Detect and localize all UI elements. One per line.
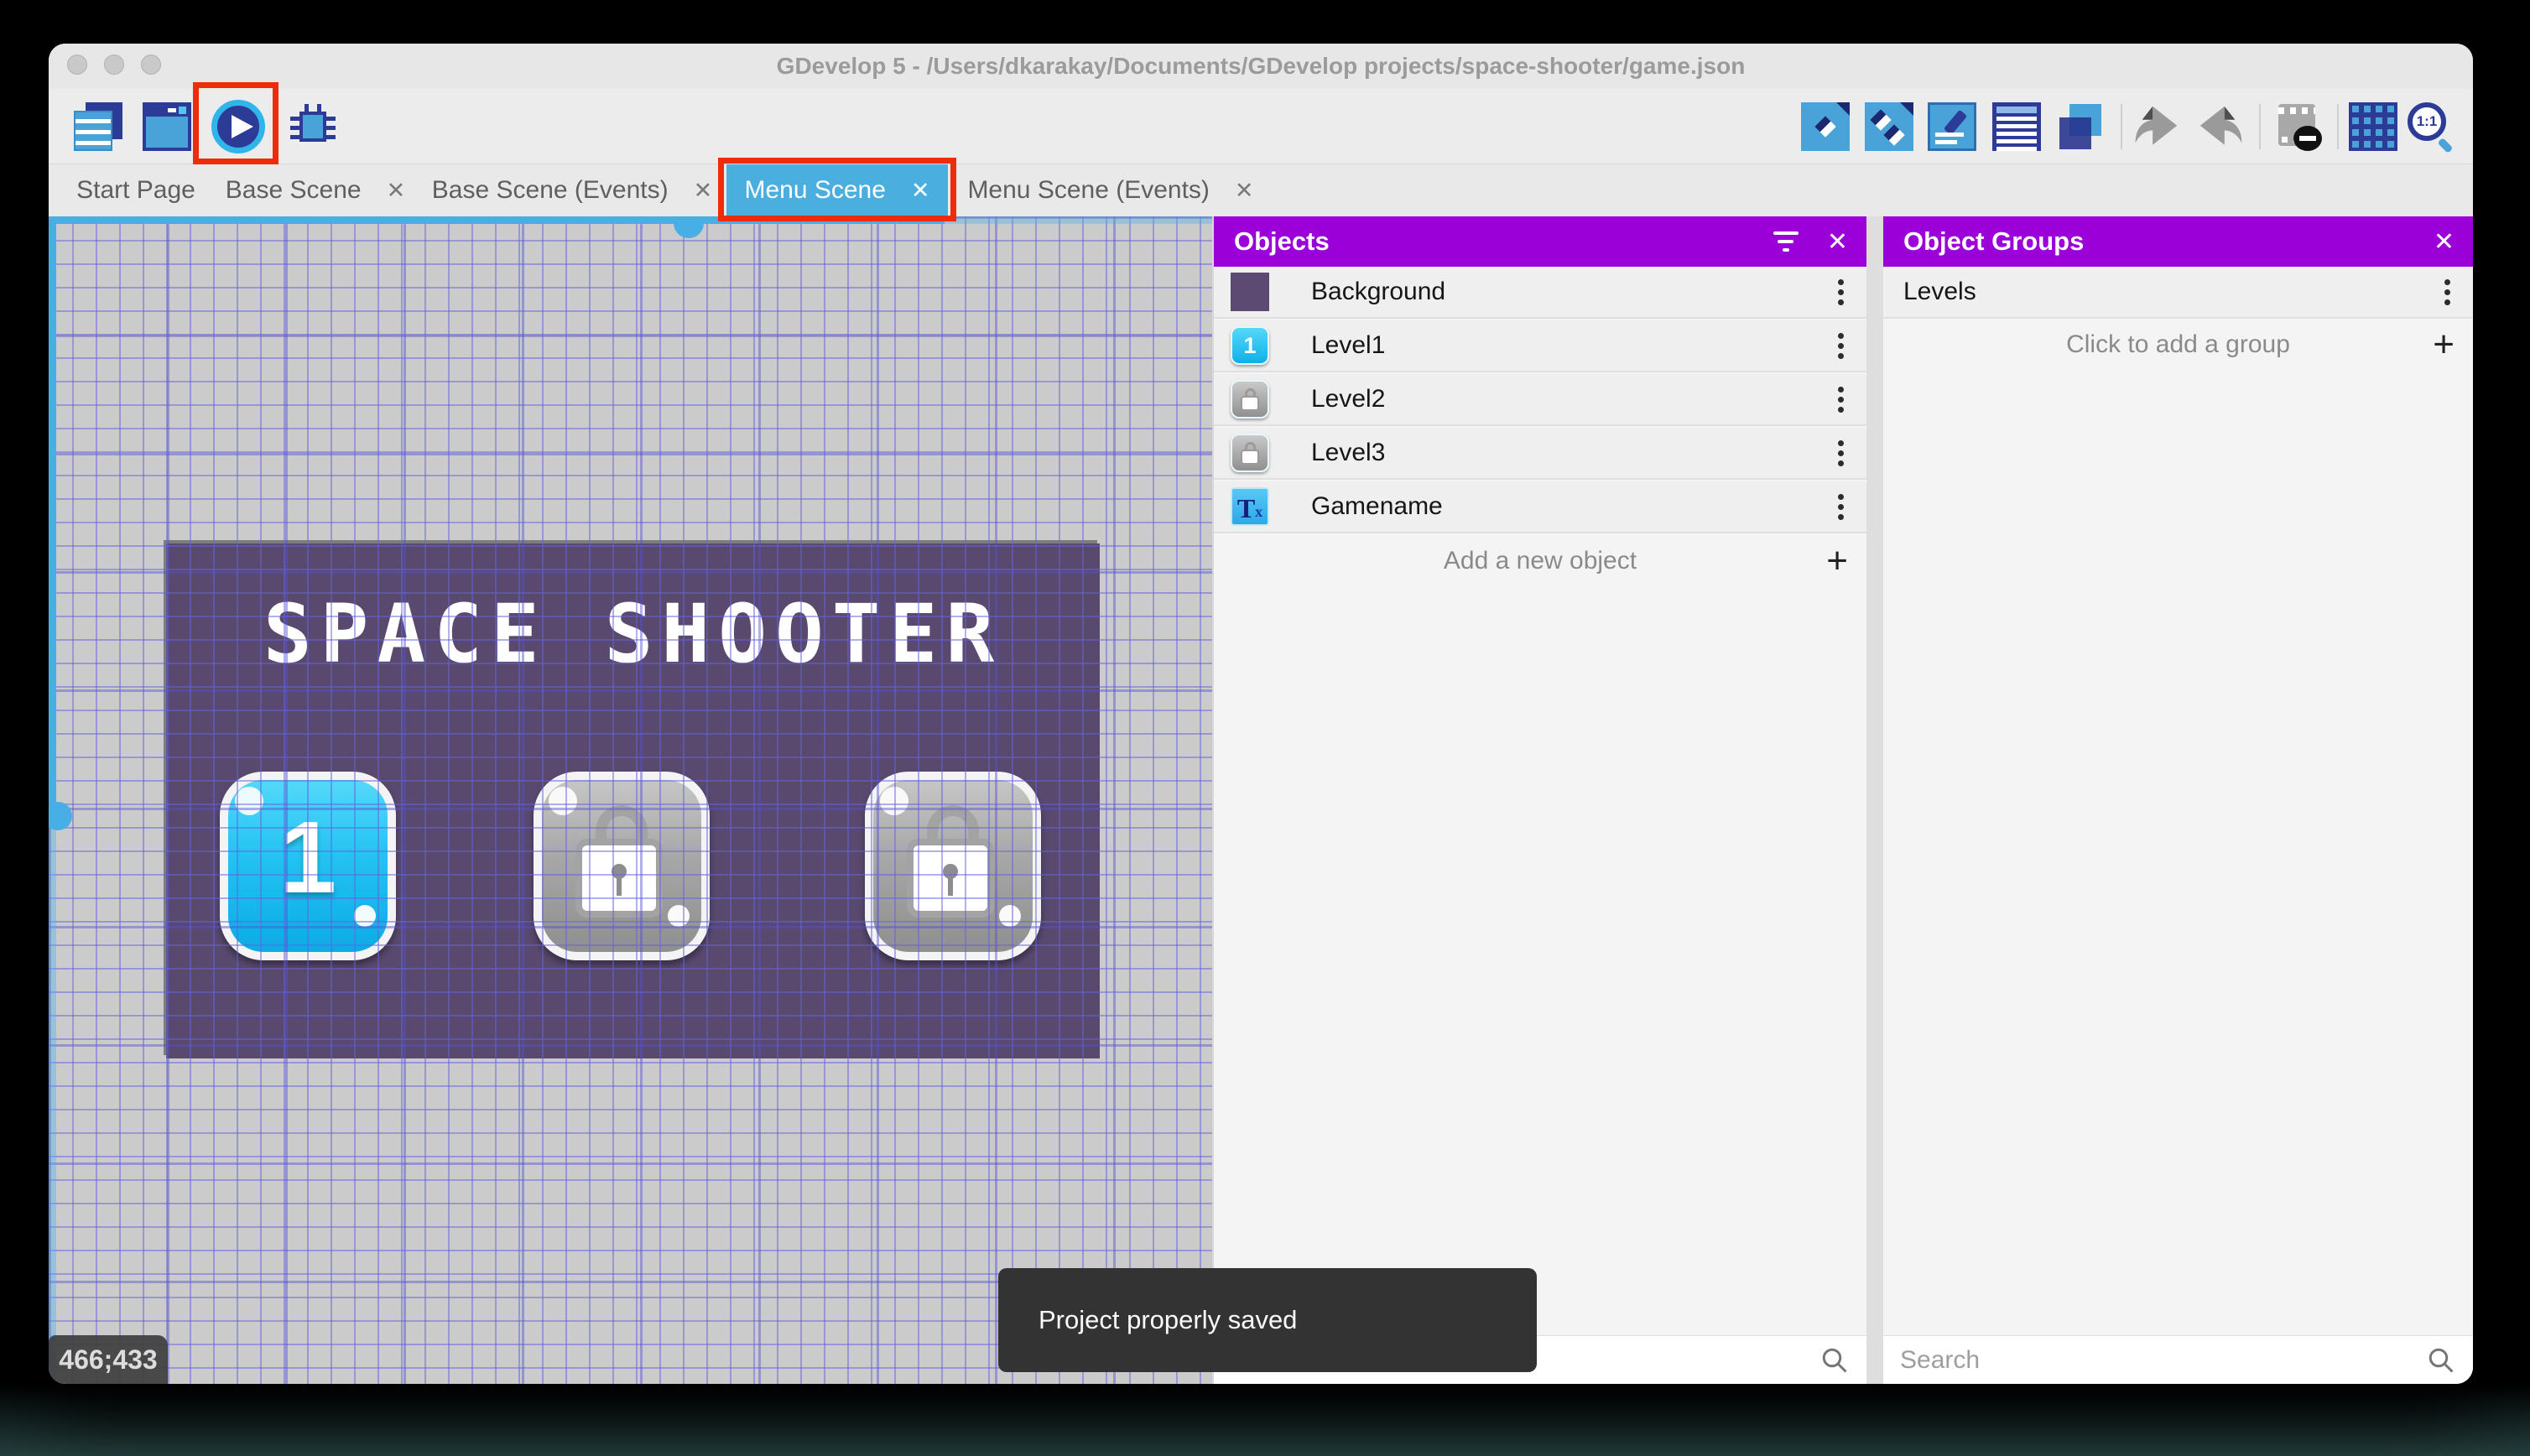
plus-icon[interactable]: + xyxy=(2433,326,2455,363)
tab-label: Base Scene (Events) xyxy=(431,176,669,204)
toolbar-divider xyxy=(2121,104,2122,149)
level1-button[interactable]: 1 xyxy=(220,772,396,960)
object-row-gamename[interactable]: Tx Gamename xyxy=(1214,481,1866,533)
panel-gap xyxy=(1866,216,1883,1384)
vertical-scrollbar-fill[interactable] xyxy=(49,216,56,803)
minimize-window-button[interactable] xyxy=(104,55,124,75)
objects-panel-header: Objects ✕ xyxy=(1214,216,1866,267)
scene-canvas[interactable]: SPACE SHOOTER 1 466;433 xyxy=(49,216,1212,1384)
toolbar-divider xyxy=(2259,104,2261,149)
background-thumbnail xyxy=(1231,273,1269,311)
tab-label: Start Page xyxy=(76,176,195,204)
properties-icon[interactable] xyxy=(1928,102,1976,151)
object-row-level3[interactable]: Level3 xyxy=(1214,428,1866,480)
layers-icon[interactable] xyxy=(2058,102,2106,151)
search-icon xyxy=(2428,1348,2454,1373)
maximize-window-button[interactable] xyxy=(141,55,161,75)
tab-start-page[interactable]: Start Page xyxy=(69,164,203,216)
toolbar: 1:1 xyxy=(49,89,2473,164)
save-toast: Project properly saved xyxy=(998,1268,1537,1372)
close-window-button[interactable] xyxy=(67,55,87,75)
scene-title-text[interactable]: SPACE SHOOTER xyxy=(166,587,1100,681)
object-groups-editor-icon[interactable] xyxy=(1865,102,1913,151)
scene-background[interactable]: SPACE SHOOTER 1 xyxy=(166,543,1100,1058)
search-icon xyxy=(1822,1348,1847,1373)
level2-thumbnail xyxy=(1231,380,1269,419)
titlebar: GDevelop 5 - /Users/dkarakay/Documents/G… xyxy=(49,44,2473,89)
objects-editor-icon[interactable] xyxy=(1801,102,1850,151)
window-title: GDevelop 5 - /Users/dkarakay/Documents/G… xyxy=(776,53,1746,79)
redo-icon[interactable] xyxy=(2196,102,2245,151)
tab-base-scene[interactable]: Base Scene ✕ xyxy=(216,164,414,216)
groups-search-input[interactable] xyxy=(1900,1345,2426,1375)
annotation-box-play xyxy=(193,82,279,164)
tab-close-icon[interactable]: ✕ xyxy=(387,178,406,204)
vertical-scrollbar-thumb[interactable] xyxy=(49,802,72,830)
tab-close-icon[interactable]: ✕ xyxy=(1235,178,1254,204)
cursor-coordinates: 466;433 xyxy=(49,1335,168,1384)
zoom-1to1-icon[interactable]: 1:1 xyxy=(2408,102,2456,154)
level1-thumbnail: 1 xyxy=(1231,326,1269,365)
object-groups-panel: Object Groups ✕ Levels Click to add a gr… xyxy=(1883,216,2473,1384)
close-icon[interactable]: ✕ xyxy=(2434,227,2455,257)
object-row-level1[interactable]: 1 Level1 xyxy=(1214,320,1866,372)
grid-icon[interactable] xyxy=(2349,102,2397,151)
tab-base-scene-events[interactable]: Base Scene (Events) ✕ xyxy=(426,164,718,216)
add-group-row[interactable]: Click to add a group + xyxy=(1883,319,2473,371)
plus-icon[interactable]: + xyxy=(1826,543,1848,580)
object-row-background[interactable]: Background xyxy=(1214,267,1866,319)
tab-label: Menu Scene (Events) xyxy=(967,176,1210,204)
tab-menu-scene-events[interactable]: Menu Scene (Events) ✕ xyxy=(960,164,1262,216)
toast-message: Project properly saved xyxy=(1039,1305,1298,1334)
annotation-box-menu-scene-tab xyxy=(718,158,956,221)
groups-search-bar xyxy=(1883,1335,2473,1384)
kebab-menu-icon[interactable] xyxy=(1838,439,1845,466)
main-area: SPACE SHOOTER 1 466;433 Objects ✕ Backgr… xyxy=(49,216,2473,1384)
kebab-menu-icon[interactable] xyxy=(2444,278,2451,305)
object-groups-panel-header: Object Groups ✕ xyxy=(1883,216,2473,267)
toolbar-divider xyxy=(2337,104,2339,149)
tab-bar: Start Page Base Scene ✕ Base Scene (Even… xyxy=(49,164,2473,216)
project-manager-icon[interactable] xyxy=(74,102,122,151)
debug-icon[interactable] xyxy=(289,102,337,151)
level3-thumbnail xyxy=(1231,434,1269,472)
scene-window-icon[interactable] xyxy=(143,102,191,151)
app-window: GDevelop 5 - /Users/dkarakay/Documents/G… xyxy=(49,44,2473,1384)
kebab-menu-icon[interactable] xyxy=(1838,278,1845,305)
group-row-levels[interactable]: Levels xyxy=(1883,267,2473,319)
instances-list-icon[interactable] xyxy=(1992,102,2041,151)
gamename-thumbnail: Tx xyxy=(1231,487,1269,526)
horizontal-scrollbar-thumb[interactable] xyxy=(674,216,704,238)
objects-panel: Objects ✕ Background 1 Level1 Level2 Lev… xyxy=(1214,216,1866,1384)
lock-icon xyxy=(575,805,668,918)
add-object-row[interactable]: Add a new object + xyxy=(1214,535,1866,587)
tab-label: Base Scene xyxy=(225,176,362,204)
lock-icon xyxy=(907,805,999,918)
object-groups-panel-title: Object Groups xyxy=(1903,226,2085,256)
kebab-menu-icon[interactable] xyxy=(1838,493,1845,520)
remove-instance-icon[interactable] xyxy=(2273,102,2322,151)
traffic-lights xyxy=(67,55,161,75)
tab-close-icon[interactable]: ✕ xyxy=(694,178,713,204)
level3-locked-button[interactable] xyxy=(865,772,1041,960)
filter-icon[interactable] xyxy=(1773,231,1799,252)
undo-icon[interactable] xyxy=(2132,102,2181,151)
object-row-level2[interactable]: Level2 xyxy=(1214,374,1866,426)
kebab-menu-icon[interactable] xyxy=(1838,386,1845,413)
objects-panel-title: Objects xyxy=(1234,226,1330,256)
level2-locked-button[interactable] xyxy=(534,772,710,960)
kebab-menu-icon[interactable] xyxy=(1838,332,1845,359)
close-icon[interactable]: ✕ xyxy=(1827,227,1848,257)
